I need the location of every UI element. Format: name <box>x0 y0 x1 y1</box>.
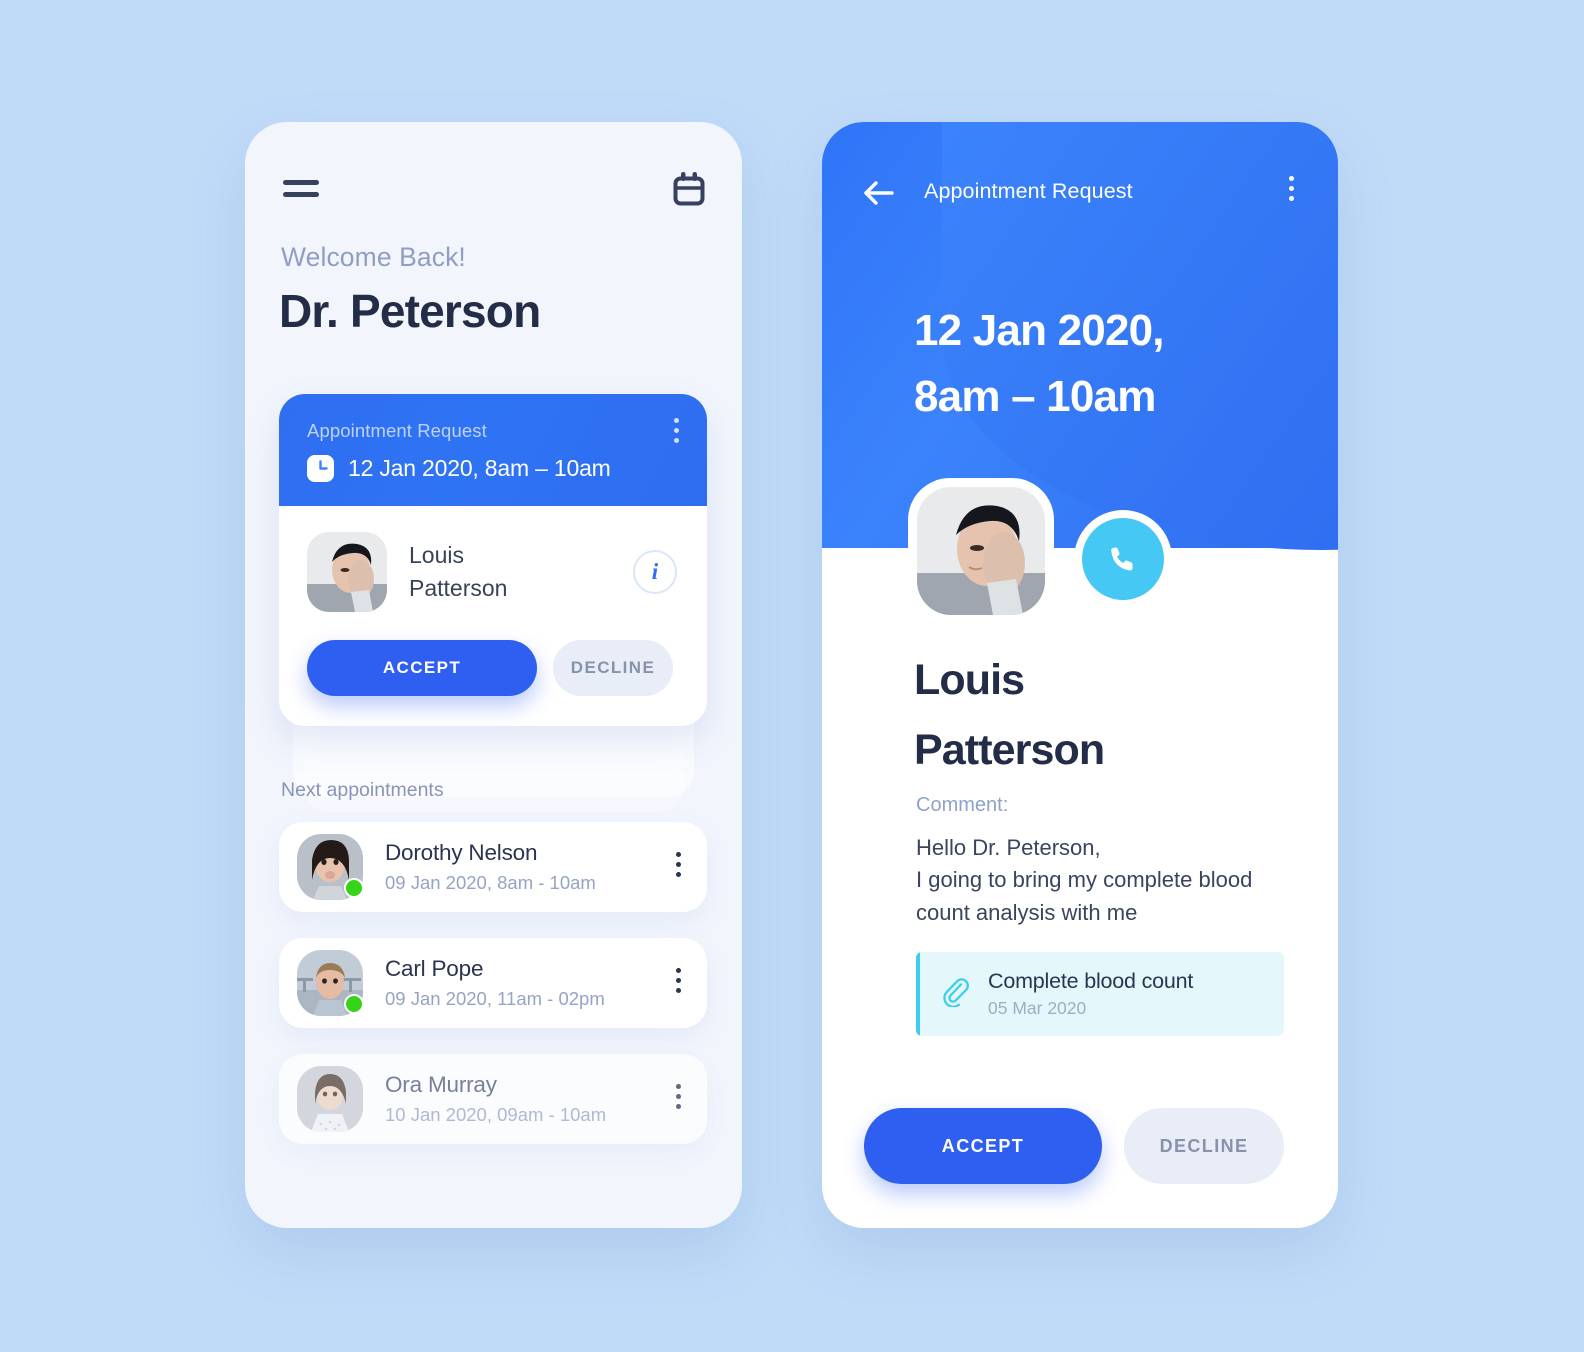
avatar-wrapper <box>908 478 1054 624</box>
kebab-dot <box>674 418 679 423</box>
info-icon[interactable]: i <box>633 550 677 594</box>
decline-button[interactable]: DECLINE <box>553 640 673 696</box>
list-item[interactable]: Ora Murray 10 Jan 2020, 09am - 10am <box>279 1054 707 1144</box>
request-card-label: Appointment Request <box>307 420 487 441</box>
request-card-datetime-row: 12 Jan 2020, 8am – 10am <box>307 455 679 482</box>
patient-name: Louis Patterson <box>914 656 1105 774</box>
kebab-dot <box>1289 176 1294 181</box>
request-action-buttons: ACCEPT DECLINE <box>307 640 679 696</box>
phone-call-icon <box>1082 518 1164 600</box>
request-card-body: Louis Patterson i ACCEPT DECLINE <box>279 506 707 726</box>
list-item-text: Ora Murray 10 Jan 2020, 09am - 10am <box>385 1072 606 1126</box>
kebab-dot <box>676 988 681 993</box>
online-status-dot <box>344 994 364 1014</box>
kebab-dot <box>1289 186 1294 191</box>
patient-row: Louis Patterson i <box>307 532 679 612</box>
kebab-dot <box>674 428 679 433</box>
kebab-dot <box>676 1104 681 1109</box>
appointment-time: 09 Jan 2020, 8am - 10am <box>385 872 596 893</box>
comment-text: Hello Dr. Peterson, I going to bring my … <box>916 835 1253 925</box>
appointment-time: 10 Jan 2020, 09am - 10am <box>385 1104 607 1125</box>
hamburger-bar <box>283 192 319 197</box>
detail-title: Appointment Request <box>924 179 1133 203</box>
avatar <box>297 1066 363 1132</box>
clock-icon <box>307 455 334 482</box>
appointment-name: Dorothy Nelson <box>385 840 538 865</box>
attachment-text: Complete blood count 05 Mar 2020 <box>988 969 1193 1019</box>
next-appointments-list: Dorothy Nelson 09 Jan 2020, 8am - 10am C… <box>279 822 707 1170</box>
attachment-title: Complete blood count <box>988 969 1194 993</box>
kebab-dot <box>674 438 679 443</box>
doctor-name: Dr. Peterson <box>279 285 541 337</box>
list-item[interactable]: Carl Pope 09 Jan 2020, 11am - 02pm <box>279 938 707 1028</box>
appointment-request-card: Appointment Request 12 Jan 2020, 8am – 1… <box>279 394 707 726</box>
detail-topbar: Appointment Request <box>862 176 1302 212</box>
patient-name: Louis Patterson <box>409 542 508 601</box>
list-item-text: Dorothy Nelson 09 Jan 2020, 8am - 10am <box>385 840 596 894</box>
hamburger-menu-icon[interactable] <box>283 180 323 200</box>
phone-screen-request-detail: Appointment Request 12 Jan 2020, 8am – 1… <box>822 122 1338 1228</box>
accept-button[interactable]: ACCEPT <box>307 640 537 696</box>
comment-label: Comment: <box>916 794 1009 816</box>
attachment-date: 05 Mar 2020 <box>988 998 1087 1018</box>
attachment-accent-bar <box>916 952 920 1036</box>
list-item-text: Carl Pope 09 Jan 2020, 11am - 02pm <box>385 956 605 1010</box>
hamburger-bar <box>283 180 319 185</box>
avatar-wrapper <box>297 834 364 900</box>
kebab-dot <box>676 968 681 973</box>
avatar-wrapper <box>297 950 364 1016</box>
back-arrow-icon[interactable] <box>862 176 896 210</box>
avatar <box>307 532 387 612</box>
appointment-datetime-heading: 12 Jan 2020, 8am – 10am <box>914 306 1165 421</box>
kebab-menu-icon[interactable] <box>676 968 681 998</box>
avatar-wrapper <box>297 1066 363 1132</box>
request-card-datetime: 12 Jan 2020, 8am – 10am <box>348 455 611 481</box>
decline-button[interactable]: DECLINE <box>1124 1108 1284 1184</box>
dashboard-topbar <box>283 170 706 210</box>
phone-screen-dashboard: Welcome Back! Dr. Peterson Appointment R… <box>245 122 742 1228</box>
online-status-dot <box>344 878 364 898</box>
calendar-icon[interactable] <box>672 172 706 208</box>
kebab-dot <box>676 1084 681 1089</box>
paperclip-icon <box>940 977 970 1012</box>
avatar <box>917 487 1045 615</box>
welcome-greeting: Welcome Back! <box>281 242 466 272</box>
kebab-dot <box>1289 196 1294 201</box>
kebab-menu-icon[interactable] <box>674 418 679 448</box>
list-item[interactable]: Dorothy Nelson 09 Jan 2020, 8am - 10am <box>279 822 707 912</box>
kebab-dot <box>676 862 681 867</box>
detail-action-buttons: ACCEPT DECLINE <box>864 1108 1284 1184</box>
kebab-menu-icon[interactable] <box>676 852 681 882</box>
attachment-card[interactable]: Complete blood count 05 Mar 2020 <box>916 952 1284 1036</box>
kebab-dot <box>676 872 681 877</box>
request-card-header: Appointment Request 12 Jan 2020, 8am – 1… <box>279 394 707 506</box>
kebab-dot <box>676 852 681 857</box>
call-button[interactable] <box>1074 510 1172 608</box>
appointment-name: Carl Pope <box>385 956 484 981</box>
kebab-dot <box>676 978 681 983</box>
accept-button[interactable]: ACCEPT <box>864 1108 1102 1184</box>
kebab-dot <box>676 1094 681 1099</box>
appointment-time: 09 Jan 2020, 11am - 02pm <box>385 988 605 1009</box>
next-appointments-label: Next appointments <box>281 779 444 801</box>
kebab-menu-icon[interactable] <box>676 1084 681 1114</box>
appointment-name: Ora Murray <box>385 1072 497 1097</box>
kebab-menu-icon[interactable] <box>1289 176 1294 206</box>
